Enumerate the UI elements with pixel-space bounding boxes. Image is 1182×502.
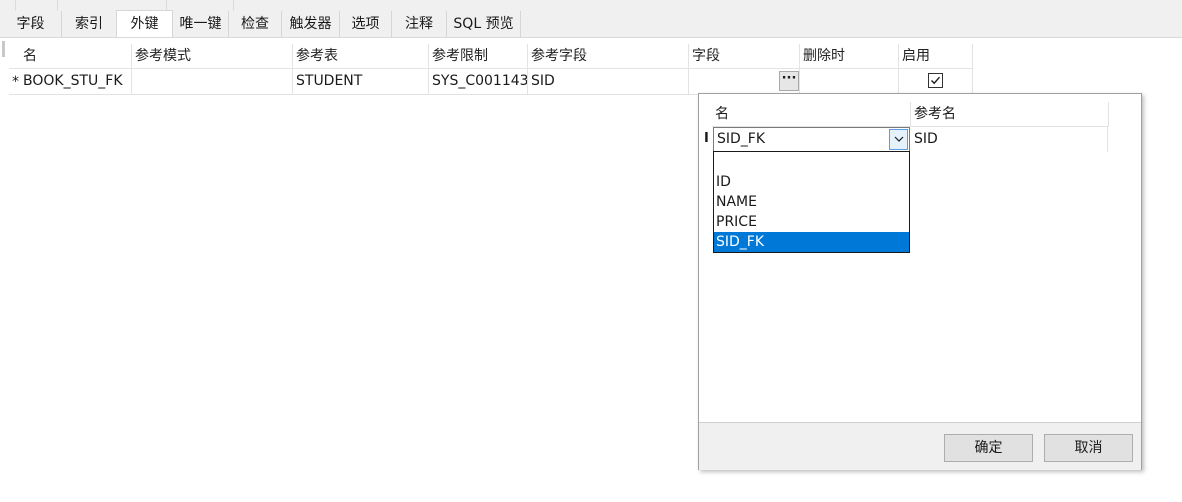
field-mapping-popup: 名 参考名 I SID_FK SID ID NAME PRICE SID_FK … <box>698 93 1142 470</box>
cell-ref-field[interactable]: SID <box>528 69 689 94</box>
tab-options[interactable]: 选项 <box>340 11 392 37</box>
name-combobox[interactable]: SID_FK <box>713 127 910 152</box>
column-header-ref-schema[interactable]: 参考模式 <box>132 44 293 68</box>
row-gutter <box>0 38 9 502</box>
cell-ref-name[interactable]: SID <box>911 127 1108 152</box>
tab-comments[interactable]: 注释 <box>392 11 447 37</box>
grid-header: 名 参考模式 参考表 参考限制 参考字段 字段 删除时 启用 <box>9 44 973 69</box>
combo-dropdown-list: ID NAME PRICE SID_FK <box>713 151 910 253</box>
strip-divider <box>15 0 16 11</box>
popup-grid-header: 名 参考名 <box>712 102 1109 127</box>
strip-divider <box>233 0 234 11</box>
dropdown-option[interactable]: NAME <box>714 192 909 212</box>
popup-footer: 确定 取消 <box>699 422 1141 470</box>
chevron-down-icon <box>894 136 904 142</box>
combo-dropdown-button[interactable] <box>889 129 908 150</box>
tab-bar: 字段 索引 外键 唯一键 检查 触发器 选项 注释 SQL 预览 <box>0 10 1182 38</box>
cell-name[interactable]: BOOK_STU_FK <box>20 69 132 94</box>
tab-sql-preview[interactable]: SQL 预览 <box>447 11 521 37</box>
cell-ref-table[interactable]: STUDENT <box>293 69 429 94</box>
tab-foreign-keys[interactable]: 外键 <box>116 10 173 37</box>
popup-column-header-name[interactable]: 名 <box>712 102 911 126</box>
enabled-checkbox[interactable] <box>928 73 943 88</box>
column-header-field[interactable]: 字段 <box>689 44 800 68</box>
ok-button[interactable]: 确定 <box>944 434 1033 462</box>
dropdown-option[interactable]: ID <box>714 172 909 192</box>
cell-ref-constraint[interactable]: SYS_C001143 <box>429 69 528 94</box>
tab-unique-keys[interactable]: 唯一键 <box>173 11 229 37</box>
cancel-button[interactable]: 取消 <box>1044 434 1133 462</box>
tab-checks[interactable]: 检查 <box>229 11 282 37</box>
column-header-enabled[interactable]: 启用 <box>899 44 973 68</box>
checkmark-icon <box>931 76 941 85</box>
top-strip <box>0 0 1182 11</box>
tab-indexes[interactable]: 索引 <box>62 11 117 37</box>
table-row[interactable]: BOOK_STU_FK STUDENT SYS_C001143 SID <box>9 69 973 95</box>
tab-fields[interactable]: 字段 <box>0 11 62 37</box>
column-header-ref-table[interactable]: 参考表 <box>293 44 429 68</box>
popup-column-header-ref-name[interactable]: 参考名 <box>911 102 1109 126</box>
strip-divider <box>57 0 58 11</box>
popup-row-marker: I <box>704 131 709 146</box>
gutter-mark <box>2 41 5 57</box>
column-header-name[interactable]: 名 <box>20 44 132 68</box>
cell-ref-schema[interactable] <box>132 69 293 94</box>
column-header-ref-constraint[interactable]: 参考限制 <box>429 44 528 68</box>
tab-triggers[interactable]: 触发器 <box>282 11 340 37</box>
dropdown-option[interactable]: PRICE <box>714 212 909 232</box>
dropdown-option[interactable] <box>714 152 909 172</box>
combo-value: SID_FK <box>717 131 766 147</box>
dropdown-option-selected[interactable]: SID_FK <box>714 232 909 252</box>
cell-on-delete[interactable] <box>800 69 899 94</box>
column-header-ref-field[interactable]: 参考字段 <box>528 44 689 68</box>
column-header-on-delete[interactable]: 删除时 <box>800 44 899 68</box>
field-picker-button[interactable]: ··· <box>779 71 799 91</box>
